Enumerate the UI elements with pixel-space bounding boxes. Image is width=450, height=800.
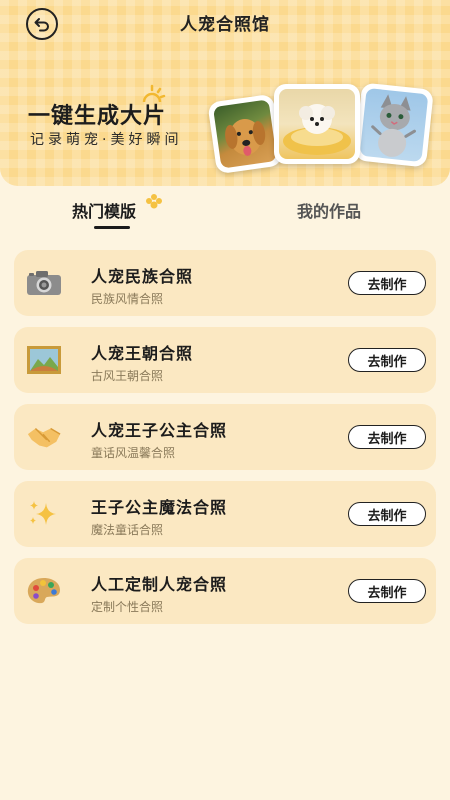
template-subtitle: 民族风情合照	[91, 292, 164, 306]
puppy-bed-photo	[274, 84, 360, 164]
kitten-photo	[354, 82, 434, 168]
template-subtitle: 古风王朝合照	[91, 369, 164, 383]
template-subtitle: 定制个性合照	[91, 600, 164, 614]
tab-my-works[interactable]: 我的作品	[297, 198, 361, 222]
sparkles-icon	[26, 499, 62, 529]
list-item[interactable]: 人工定制人宠合照 定制个性合照 去制作	[14, 558, 436, 624]
palette-icon	[26, 576, 62, 606]
make-button[interactable]: 去制作	[348, 502, 426, 526]
make-button[interactable]: 去制作	[348, 348, 426, 372]
page-title: 人宠合照馆	[180, 15, 270, 35]
tab-bar: 热门模版 我的作品	[0, 194, 450, 236]
template-title: 人宠王朝合照	[91, 344, 194, 363]
framed-picture-icon	[26, 345, 62, 375]
template-list: 人宠民族合照 民族风情合照 去制作 人宠王朝合照 古风王朝合照 去制作 人宠王子…	[14, 250, 436, 635]
camera-icon	[26, 268, 62, 298]
list-item[interactable]: 人宠民族合照 民族风情合照 去制作	[14, 250, 436, 316]
make-button[interactable]: 去制作	[348, 579, 426, 603]
header-banner: 人宠合照馆 一键生成大片 记录萌宠·美好瞬间	[0, 0, 450, 186]
paw-flower-icon	[146, 194, 162, 209]
make-button[interactable]: 去制作	[348, 425, 426, 449]
template-title: 人工定制人宠合照	[91, 575, 228, 594]
template-title: 人宠民族合照	[91, 267, 194, 286]
list-item[interactable]: 人宠王朝合照 古风王朝合照 去制作	[14, 327, 436, 393]
tab-hot-templates[interactable]: 热门模版	[72, 198, 136, 222]
active-tab-indicator	[94, 226, 130, 229]
slogan-title: 一键生成大片	[28, 104, 167, 129]
template-subtitle: 魔法童话合照	[91, 523, 164, 537]
dog-photo	[207, 93, 283, 175]
list-item[interactable]: 人宠王子公主合照 童话风温馨合照 去制作	[14, 404, 436, 470]
pet-photo-collage	[207, 80, 438, 180]
template-title: 王子公主魔法合照	[91, 498, 228, 517]
template-title: 人宠王子公主合照	[91, 421, 228, 440]
slogan-subtitle: 记录萌宠·美好瞬间	[30, 132, 183, 148]
handshake-icon	[26, 422, 62, 452]
list-item[interactable]: 王子公主魔法合照 魔法童话合照 去制作	[14, 481, 436, 547]
make-button[interactable]: 去制作	[348, 271, 426, 295]
template-subtitle: 童话风温馨合照	[91, 446, 176, 460]
